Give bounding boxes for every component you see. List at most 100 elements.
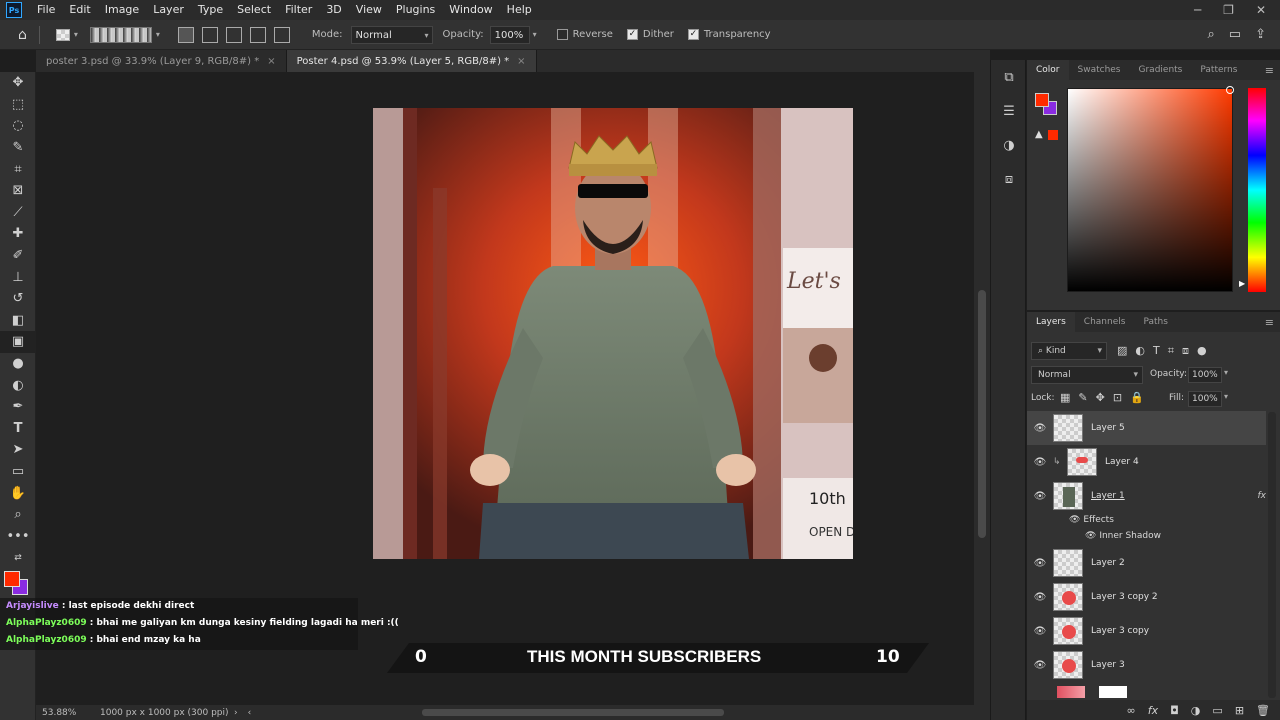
tab-channels[interactable]: Channels <box>1075 312 1135 332</box>
radial-gradient-icon[interactable] <box>201 26 218 43</box>
panel-menu-icon[interactable]: ≡ <box>1265 316 1280 329</box>
eraser-tool-icon[interactable]: ◧ <box>0 310 36 332</box>
restore-icon[interactable]: ❐ <box>1223 3 1234 17</box>
add-style-icon[interactable]: fx <box>1148 704 1158 717</box>
menu-file[interactable]: File <box>30 0 62 20</box>
lock-all-icon[interactable]: 🔒 <box>1130 391 1144 404</box>
path-select-tool-icon[interactable]: ➤ <box>0 439 36 461</box>
menu-filter[interactable]: Filter <box>278 0 319 20</box>
tab-paths[interactable]: Paths <box>1134 312 1176 332</box>
gamut-warning-icon[interactable]: ▲ <box>1035 129 1043 140</box>
lasso-tool-icon[interactable]: ◌ <box>0 115 36 137</box>
reverse-checkbox[interactable] <box>556 29 568 40</box>
lock-artboard-icon[interactable]: ⊡ <box>1113 391 1122 404</box>
pen-tool-icon[interactable]: ✒ <box>0 396 36 418</box>
poster-artwork[interactable]: Let's 10th OPEN D <box>373 108 853 559</box>
eye-icon[interactable]: 👁 <box>1085 531 1096 541</box>
fx-icon[interactable]: fx <box>1258 491 1267 501</box>
adjustments-icon[interactable]: ◑ <box>991 128 1027 162</box>
hue-slider[interactable] <box>1248 88 1266 292</box>
tab-poster-3[interactable]: poster 3.psd @ 33.9% (Layer 9, RGB/8#) *… <box>36 50 287 72</box>
reflected-gradient-icon[interactable] <box>249 26 266 43</box>
tab-swatches[interactable]: Swatches <box>1069 60 1130 80</box>
frame-tool-icon[interactable]: ⊠ <box>0 180 36 202</box>
smart-object-filter-icon[interactable]: ⧈ <box>1182 344 1189 358</box>
menu-plugins[interactable]: Plugins <box>389 0 442 20</box>
menu-image[interactable]: Image <box>98 0 146 20</box>
marquee-tool-icon[interactable]: ⬚ <box>0 94 36 116</box>
type-filter-icon[interactable]: T <box>1153 344 1160 358</box>
effects-row[interactable]: 👁 Effects <box>1069 515 1114 525</box>
minimize-icon[interactable]: ─ <box>1194 3 1201 17</box>
opacity-input[interactable]: 100% <box>489 25 530 44</box>
linear-gradient-icon[interactable] <box>177 26 194 43</box>
eye-icon[interactable]: 👁 <box>1027 558 1053 569</box>
blend-mode-select[interactable]: Normal ▾ <box>1031 366 1143 384</box>
menu-edit[interactable]: Edit <box>62 0 97 20</box>
horizontal-scroll-thumb[interactable] <box>422 709 724 716</box>
new-group-icon[interactable]: ▭ <box>1212 704 1222 717</box>
adjustment-filter-icon[interactable]: ◐ <box>1135 344 1145 358</box>
color-field[interactable] <box>1067 88 1233 292</box>
layer-row-layer-3[interactable]: 👁 Layer 3 <box>1027 648 1266 682</box>
tab-patterns[interactable]: Patterns <box>1191 60 1246 80</box>
history-brush-tool-icon[interactable]: ↺ <box>0 288 36 310</box>
layer-row-layer-5[interactable]: 👁 Layer 5 <box>1027 411 1266 445</box>
quick-select-tool-icon[interactable]: ✎ <box>0 137 36 159</box>
panel-menu-icon[interactable]: ≡ <box>1265 64 1280 77</box>
eye-icon[interactable]: 👁 <box>1027 626 1053 637</box>
eye-icon[interactable]: 👁 <box>1027 423 1053 434</box>
foreground-color-swatch[interactable] <box>1035 93 1049 107</box>
menu-help[interactable]: Help <box>500 0 539 20</box>
chevron-down-icon[interactable]: ▾ <box>74 30 78 39</box>
clone-stamp-tool-icon[interactable]: ⊥ <box>0 266 36 288</box>
transparency-checkbox[interactable]: ✓ <box>687 29 699 40</box>
gradient-preset-icon[interactable] <box>55 28 70 41</box>
close-icon[interactable]: × <box>517 56 525 67</box>
eye-icon[interactable]: 👁 <box>1027 592 1053 603</box>
chevron-down-icon[interactable]: ▾ <box>1224 392 1228 401</box>
crop-tool-icon[interactable]: ⌗ <box>0 158 36 180</box>
menu-layer[interactable]: Layer <box>146 0 191 20</box>
type-tool-icon[interactable]: T <box>0 418 36 440</box>
new-adjustment-icon[interactable]: ◑ <box>1191 704 1201 717</box>
properties-icon[interactable]: ☰ <box>991 94 1027 128</box>
brush-tool-icon[interactable]: ✐ <box>0 245 36 267</box>
color-picker-handle[interactable] <box>1226 86 1234 94</box>
menu-3d[interactable]: 3D <box>319 0 348 20</box>
inner-shadow-row[interactable]: 👁 Inner Shadow <box>1085 531 1161 541</box>
eye-icon[interactable]: 👁 <box>1027 660 1053 671</box>
move-tool-icon[interactable]: ✥ <box>0 72 36 94</box>
angle-gradient-icon[interactable] <box>225 26 242 43</box>
menu-view[interactable]: View <box>349 0 389 20</box>
filter-toggle-icon[interactable]: ● <box>1197 344 1207 358</box>
vertical-scroll-thumb[interactable] <box>978 290 986 538</box>
chevron-down-icon[interactable]: ▾ <box>156 30 160 39</box>
hand-tool-icon[interactable]: ✋ <box>0 482 36 504</box>
layer-row-layer-3-copy-2[interactable]: 👁 Layer 3 copy 2 <box>1027 580 1266 614</box>
libraries-icon[interactable]: ⧈ <box>991 162 1027 196</box>
add-mask-icon[interactable]: ◘ <box>1170 704 1179 717</box>
menu-window[interactable]: Window <box>442 0 499 20</box>
eyedropper-tool-icon[interactable]: ⟋ <box>0 202 36 224</box>
delete-layer-icon[interactable]: 🗑 <box>1256 704 1270 717</box>
chevron-right-icon[interactable]: › <box>234 708 238 718</box>
eye-icon[interactable]: 👁 <box>1027 457 1053 468</box>
swap-colors-icon[interactable]: ⇄ <box>0 547 36 569</box>
fill-input[interactable]: 100% <box>1188 391 1222 407</box>
rectangle-tool-icon[interactable]: ▭ <box>0 461 36 483</box>
close-icon[interactable]: ✕ <box>1256 3 1266 17</box>
layer-filter-select[interactable]: ⌕ Kind ▾ <box>1031 342 1107 360</box>
gradient-tool-icon[interactable]: ▣ <box>0 331 36 353</box>
blur-tool-icon[interactable]: ● <box>0 353 36 375</box>
lock-position-icon[interactable]: ✥ <box>1096 391 1105 404</box>
menu-select[interactable]: Select <box>230 0 278 20</box>
layer-row-layer-2[interactable]: 👁 Layer 2 <box>1027 546 1266 580</box>
eye-icon[interactable]: 👁 <box>1027 491 1053 502</box>
dither-checkbox[interactable]: ✓ <box>626 29 638 40</box>
lock-image-icon[interactable]: ✎ <box>1078 391 1087 404</box>
gamut-color-swatch[interactable] <box>1048 130 1058 140</box>
home-icon[interactable]: ⌂ <box>18 27 27 43</box>
workspace-icon[interactable]: ▭ <box>1229 27 1241 42</box>
tab-gradients[interactable]: Gradients <box>1130 60 1192 80</box>
